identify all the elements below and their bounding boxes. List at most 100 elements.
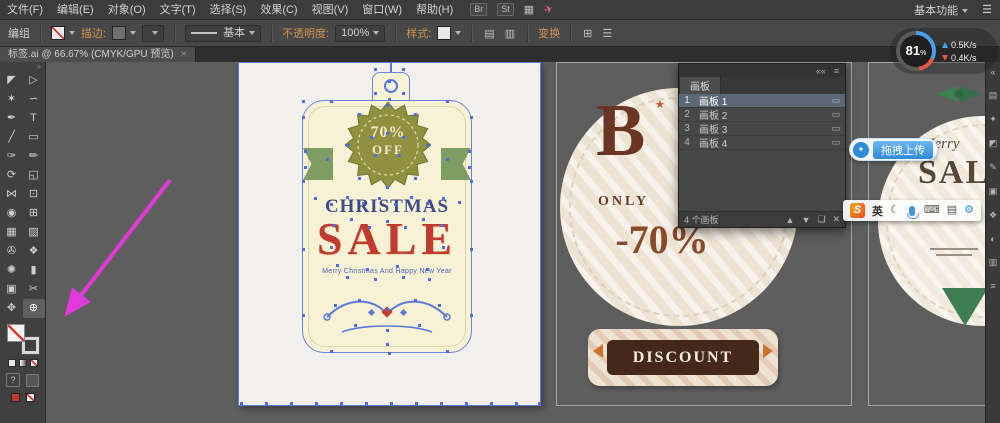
menu-file[interactable]: 文件(F) bbox=[0, 0, 50, 20]
selection-tool[interactable]: ◤ bbox=[1, 71, 23, 90]
free-transform-tool[interactable]: ⊡ bbox=[23, 185, 45, 204]
rectangle-tool[interactable]: ▭ bbox=[23, 128, 45, 147]
ime-logo-icon[interactable]: S bbox=[850, 203, 865, 218]
menu-edit[interactable]: 编辑(E) bbox=[50, 0, 101, 20]
artboard-page-icon[interactable]: ▭ bbox=[827, 95, 845, 106]
color-mode-icon[interactable] bbox=[7, 359, 16, 367]
zoom-tool[interactable]: ⊕ bbox=[22, 299, 45, 318]
help-button[interactable]: ? bbox=[6, 373, 20, 387]
slice-tool[interactable]: ✂ bbox=[23, 280, 45, 299]
menu-effect[interactable]: 效果(C) bbox=[253, 0, 304, 20]
shape-builder-tool[interactable]: ◉ bbox=[1, 204, 23, 223]
blend-tool[interactable]: ❖ bbox=[23, 242, 45, 261]
drag-upload-overlay[interactable]: ✦ 拖拽上传 bbox=[849, 138, 938, 161]
pencil-tool[interactable]: ✏ bbox=[23, 147, 45, 166]
toolbox-icon[interactable]: ⚙ bbox=[964, 205, 974, 216]
dock-layers-icon[interactable]: ◩ bbox=[989, 138, 998, 149]
dock-swatches-icon[interactable]: ▤ bbox=[989, 90, 998, 101]
symbol-sprayer-tool[interactable]: ✺ bbox=[1, 261, 23, 280]
artboard-page-icon[interactable]: ▭ bbox=[827, 123, 845, 134]
mesh-tool[interactable]: ▦ bbox=[1, 223, 23, 242]
dock-color-icon[interactable]: ◐ bbox=[990, 234, 995, 244]
app-menu-icon[interactable]: ☰ bbox=[982, 3, 992, 16]
delete-artboard-icon[interactable]: ✕ bbox=[832, 214, 840, 225]
artboard-row-2[interactable]: 2 画板 2 ▭ bbox=[679, 108, 845, 122]
dock-gradient-icon[interactable]: ▥ bbox=[989, 257, 998, 268]
dock-symbols-icon[interactable]: ✦ bbox=[989, 114, 997, 125]
fill-stroke-indicator[interactable] bbox=[6, 324, 40, 355]
paintbrush-tool[interactable]: ✑ bbox=[1, 147, 23, 166]
menu-object[interactable]: 对象(O) bbox=[101, 0, 153, 20]
style-link[interactable]: 样式: bbox=[406, 25, 431, 41]
moon-icon[interactable]: ☾ bbox=[890, 205, 900, 216]
dock-menu-icon[interactable]: ≡ bbox=[990, 281, 995, 291]
direct-selection-tool[interactable]: ▷ bbox=[23, 71, 45, 90]
rotate-tool[interactable]: ⟳ bbox=[1, 166, 23, 185]
column-graph-tool[interactable]: ▮ bbox=[23, 261, 45, 280]
layout-switcher-icon[interactable]: ▦ bbox=[524, 3, 534, 16]
drag-upload-button[interactable]: 拖拽上传 bbox=[873, 140, 933, 159]
align-icon[interactable]: ⊞ bbox=[581, 27, 594, 40]
new-artboard-icon[interactable]: ❏ bbox=[817, 214, 825, 225]
hand-tool[interactable]: ✥ bbox=[1, 299, 23, 318]
stroke-swatch[interactable] bbox=[112, 26, 137, 40]
menu-type[interactable]: 文字(T) bbox=[153, 0, 203, 20]
document-setup-icon[interactable]: ▤ bbox=[482, 27, 496, 40]
dock-pathfinder-icon[interactable]: ❖ bbox=[989, 210, 997, 221]
document-tab[interactable]: 标签.ai @ 66.67% (CMYK/GPU 预览) × bbox=[0, 47, 196, 62]
artboard-row-3[interactable]: 3 画板 3 ▭ bbox=[679, 122, 845, 136]
style-swatch[interactable] bbox=[437, 26, 462, 40]
none-mode-icon[interactable] bbox=[29, 359, 38, 367]
workspace-switcher[interactable]: 基本功能 bbox=[914, 2, 969, 18]
stock-button[interactable]: St bbox=[497, 3, 514, 16]
artboard-row-4[interactable]: 4 画板 4 ▭ bbox=[679, 136, 845, 150]
panel-menu-icon[interactable]: ≡ bbox=[834, 66, 839, 76]
width-tool[interactable]: ⋈ bbox=[1, 185, 23, 204]
artboard-tool[interactable]: ▣ bbox=[1, 280, 23, 299]
menu-window[interactable]: 窗口(W) bbox=[355, 0, 409, 20]
dock-artboards-icon[interactable]: ▣ bbox=[989, 186, 998, 197]
stroke-weight-dropdown[interactable] bbox=[142, 24, 165, 42]
perspective-grid-tool[interactable]: ⊞ bbox=[23, 204, 45, 223]
artboard-page-icon[interactable]: ▭ bbox=[827, 109, 845, 120]
opacity-value-dropdown[interactable]: 100% bbox=[335, 24, 386, 42]
artboard-row-1[interactable]: 1 画板 1 ▭ bbox=[679, 94, 845, 108]
more-options-icon[interactable]: ☰ bbox=[600, 27, 614, 40]
close-icon[interactable]: × bbox=[181, 47, 187, 62]
clipboard-icon[interactable]: ▤ bbox=[947, 205, 957, 216]
magic-wand-tool[interactable]: ✶ bbox=[1, 90, 23, 109]
transform-link[interactable]: 变换 bbox=[538, 25, 560, 41]
keyboard-icon[interactable]: ⌨ bbox=[924, 205, 940, 216]
eyedropper-tool[interactable]: ✇ bbox=[1, 242, 23, 261]
stroke-link[interactable]: 描边: bbox=[81, 25, 106, 41]
gradient-tool[interactable]: ▨ bbox=[23, 223, 45, 242]
opacity-link[interactable]: 不透明度: bbox=[282, 25, 329, 41]
preferences-icon[interactable]: ▥ bbox=[503, 27, 517, 40]
move-up-icon[interactable]: ▲ bbox=[786, 215, 795, 225]
screen-mode-icon[interactable] bbox=[26, 373, 39, 387]
fill-swatch[interactable] bbox=[51, 26, 75, 40]
swatch-red[interactable] bbox=[10, 393, 20, 402]
bridge-button[interactable]: Br bbox=[470, 3, 488, 16]
type-tool[interactable]: T bbox=[23, 109, 45, 128]
dock-appearance-icon[interactable]: ✎ bbox=[989, 162, 997, 173]
microphone-icon[interactable] bbox=[906, 205, 919, 219]
tab-artboards[interactable]: 画板 bbox=[679, 76, 721, 94]
menu-help[interactable]: 帮助(H) bbox=[409, 0, 460, 20]
line-segment-tool[interactable]: ╱ bbox=[1, 128, 23, 147]
toolbar-collapse-icon[interactable]: » bbox=[0, 62, 45, 71]
move-down-icon[interactable]: ▼ bbox=[801, 215, 810, 225]
fill-color-box[interactable] bbox=[6, 324, 25, 342]
dock-collapse-icon[interactable]: « bbox=[990, 67, 995, 77]
gradient-mode-icon[interactable] bbox=[18, 359, 27, 367]
brush-definition-dropdown[interactable]: 基本 bbox=[185, 24, 262, 42]
menu-view[interactable]: 视图(V) bbox=[305, 0, 356, 20]
pen-tool[interactable]: ✒ bbox=[1, 109, 23, 128]
ime-language-toggle[interactable]: 英 bbox=[872, 203, 883, 219]
lasso-tool[interactable]: ∽ bbox=[23, 90, 45, 109]
artboard-page-icon[interactable]: ▭ bbox=[827, 137, 845, 148]
menu-select[interactable]: 选择(S) bbox=[203, 0, 254, 20]
panel-collapse-icon[interactable]: «« bbox=[816, 66, 826, 76]
scale-tool[interactable]: ◱ bbox=[23, 166, 45, 185]
swatch-none[interactable] bbox=[25, 393, 35, 402]
